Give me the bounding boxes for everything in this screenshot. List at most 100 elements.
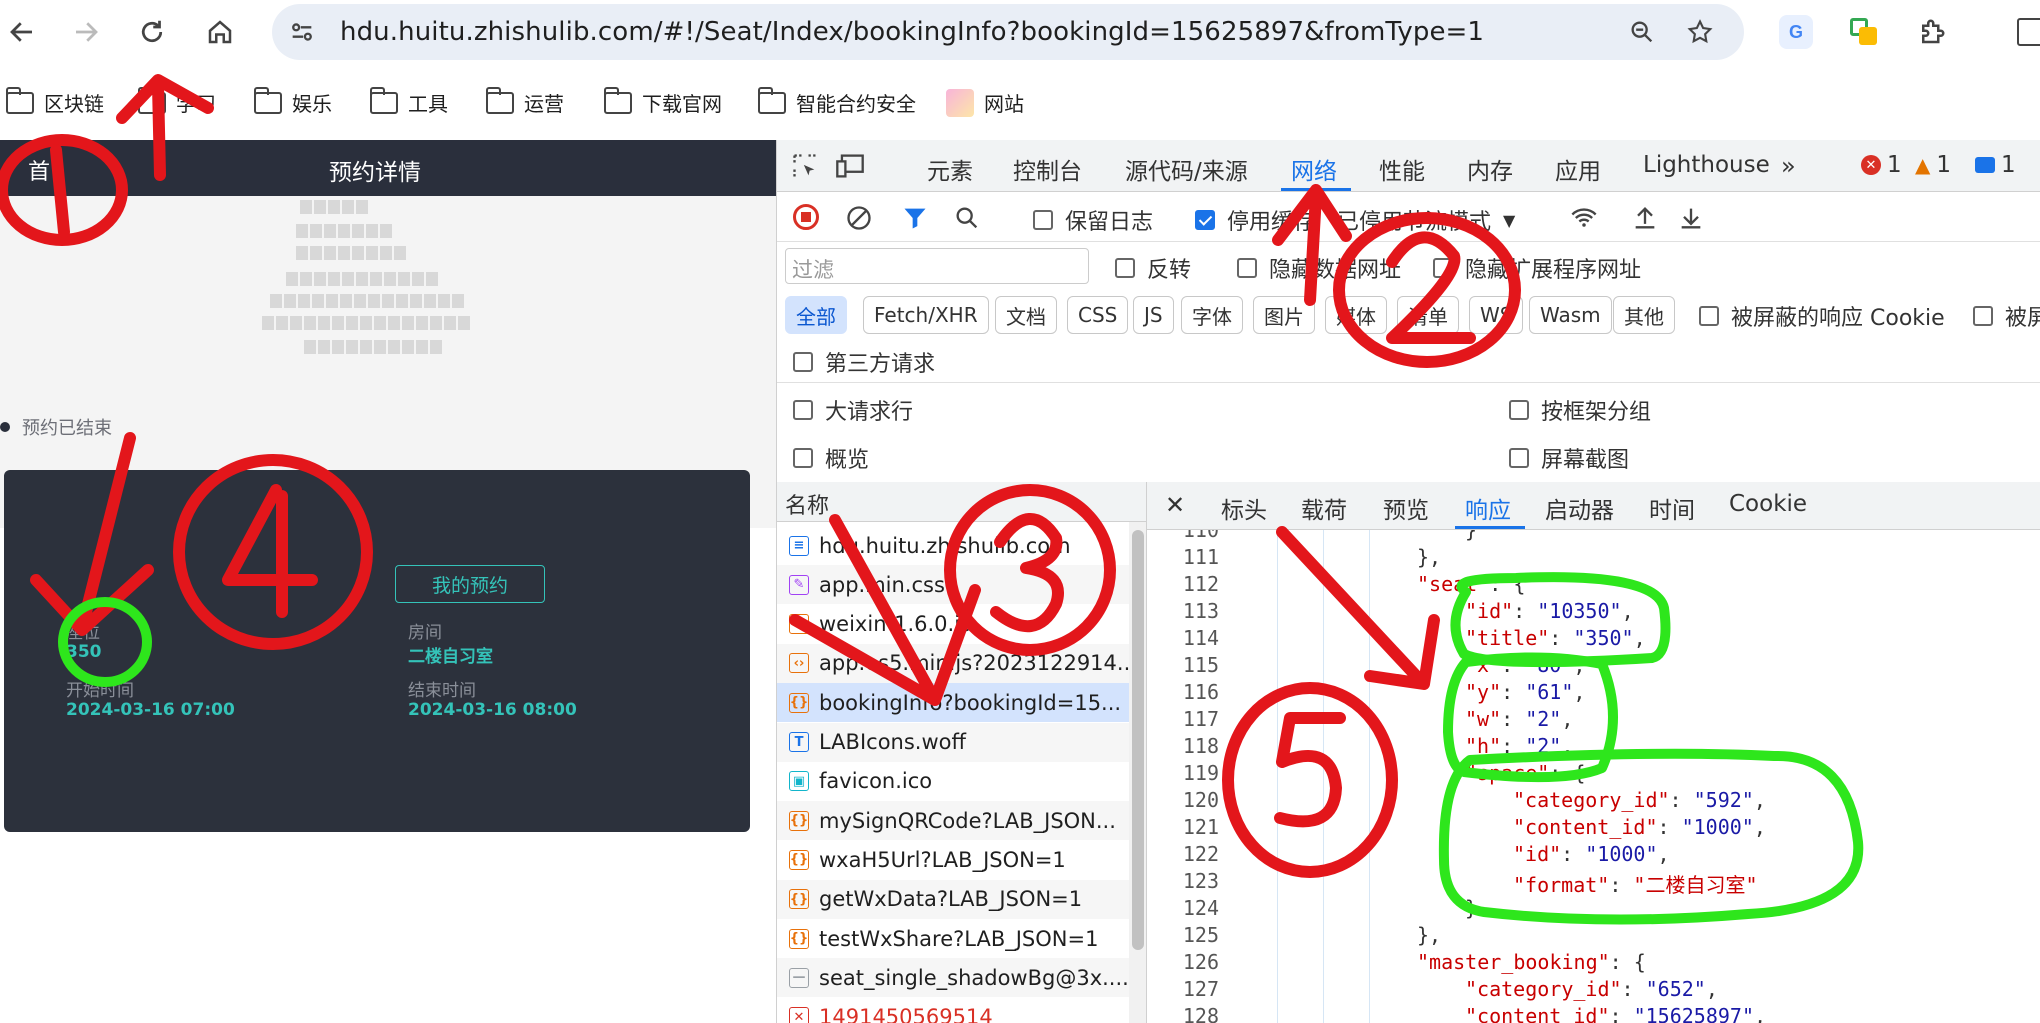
request-row[interactable]: {} mySignQRCode?LAB_JSON... [777, 801, 1129, 841]
seat-cell[interactable] [338, 224, 350, 238]
request-row[interactable]: ✕ 1491450569514 [777, 998, 1129, 1023]
overview-checkbox[interactable]: 概览 [793, 442, 869, 474]
seat-cell[interactable] [296, 224, 308, 238]
type-js[interactable]: JS [1133, 296, 1174, 334]
seat-cell[interactable] [424, 294, 436, 308]
type-all[interactable]: 全部 [785, 296, 847, 334]
seat-cell[interactable] [388, 340, 400, 354]
network-conditions-icon[interactable] [1569, 204, 1599, 236]
bookmark-folder[interactable]: 运营 [485, 86, 564, 117]
tab-initiator[interactable]: 启动器 [1545, 491, 1614, 525]
type-other[interactable]: 其他 [1613, 296, 1675, 334]
tab-sources[interactable]: 源代码/来源 [1125, 152, 1248, 186]
seat-cell[interactable] [430, 340, 442, 354]
bookmark-site[interactable]: 网站 [946, 88, 1024, 117]
my-booking-button[interactable]: 我的预约 [395, 565, 545, 603]
bookmark-folder[interactable]: 工具 [369, 86, 448, 117]
seat-cell[interactable] [356, 200, 368, 214]
scroll-thumb[interactable] [1132, 530, 1144, 950]
seat-cell[interactable] [296, 246, 308, 260]
seat-cell[interactable] [290, 316, 302, 330]
type-doc[interactable]: 文档 [995, 296, 1057, 334]
filter-icon[interactable] [901, 204, 929, 236]
bookmark-folder[interactable]: 区块链 [5, 86, 104, 117]
response-viewer[interactable]: 110} 111}, 112 "seat": {113 "id": "10350", 11… [1147, 530, 2040, 1023]
seat-cell[interactable] [356, 272, 368, 286]
request-row[interactable]: ≡ hdu.huitu.zhishulib.com [777, 526, 1129, 565]
seat-cell[interactable] [430, 316, 442, 330]
tab-response[interactable]: 响应 [1465, 491, 1511, 525]
disable-cache-checkbox[interactable]: 停用缓存 [1195, 204, 1315, 236]
request-row[interactable]: {} getWxData?LAB_JSON=1 [777, 879, 1129, 919]
seat-cell[interactable] [300, 200, 312, 214]
tab-application[interactable]: 应用 [1555, 152, 1601, 186]
seat-cell[interactable] [380, 246, 392, 260]
seat-cell[interactable] [304, 340, 316, 354]
seat-cell[interactable] [458, 316, 470, 330]
record-stop-icon[interactable] [793, 204, 819, 230]
tab-lighthouse[interactable]: Lighthouse [1643, 152, 1770, 178]
more-tabs-button[interactable]: » [1781, 152, 1796, 180]
seat-cell[interactable] [370, 272, 382, 286]
tab-console[interactable]: 控制台 [1013, 152, 1082, 186]
tab-preview[interactable]: 预览 [1383, 491, 1429, 525]
seat-cell[interactable] [300, 272, 312, 286]
seat-cell[interactable] [326, 294, 338, 308]
group-by-frame-checkbox[interactable]: 按框架分组 [1509, 394, 1651, 426]
seat-cell[interactable] [368, 294, 380, 308]
seat-cell[interactable] [270, 294, 282, 308]
seat-cell[interactable] [416, 340, 428, 354]
type-img[interactable]: 图片 [1253, 296, 1315, 334]
import-har-icon[interactable] [1631, 204, 1659, 236]
seat-cell[interactable] [366, 224, 378, 238]
request-row[interactable]: ▣ favicon.ico [777, 762, 1129, 801]
seat-cell[interactable] [352, 246, 364, 260]
sidepanel-icon[interactable] [2010, 12, 2040, 52]
seat-cell[interactable] [398, 272, 410, 286]
blocked-cookies-checkbox[interactable]: 被屏蔽的响应 Cookie [1699, 300, 1945, 332]
seat-cell[interactable] [318, 340, 330, 354]
seat-cell[interactable] [328, 272, 340, 286]
type-css[interactable]: CSS [1067, 296, 1129, 334]
seat-cell[interactable] [314, 272, 326, 286]
seat-cell[interactable] [346, 316, 358, 330]
request-row[interactable]: T LABIcons.woff [777, 722, 1129, 762]
screenshots-checkbox[interactable]: 屏幕截图 [1509, 442, 1629, 474]
throttle-select[interactable]: 已停用节流模式 ▼ [1337, 204, 1515, 236]
home-button[interactable] [198, 10, 242, 54]
seat-cell[interactable] [396, 294, 408, 308]
request-row[interactable]: {} testWxShare?LAB_JSON=1 [777, 919, 1129, 958]
name-column-header[interactable]: 名称 [777, 482, 1146, 522]
seat-cell[interactable] [262, 316, 274, 330]
seat-cell[interactable] [354, 294, 366, 308]
seat-cell[interactable] [444, 316, 456, 330]
close-detail-icon[interactable]: ✕ [1165, 491, 1185, 519]
export-har-icon[interactable] [1677, 204, 1705, 236]
seat-cell[interactable] [318, 316, 330, 330]
bookmark-folder[interactable]: 娱乐 [253, 86, 332, 117]
back-button[interactable] [0, 10, 44, 54]
seat-cell[interactable] [374, 340, 386, 354]
bookmark-star-icon[interactable] [1680, 12, 1720, 52]
inspect-element-icon[interactable] [791, 152, 819, 184]
site-settings-icon[interactable] [282, 12, 322, 52]
request-row[interactable]: {} bookingInfo?bookingId=15... [777, 683, 1129, 723]
seat-cell[interactable] [298, 294, 310, 308]
invert-checkbox[interactable]: 反转 [1115, 252, 1191, 284]
seat-cell[interactable] [380, 224, 392, 238]
hide-data-urls-checkbox[interactable]: 隐藏数据网址 [1237, 252, 1401, 284]
seat-cell[interactable] [426, 272, 438, 286]
type-ws[interactable]: WS [1469, 296, 1524, 334]
forward-button[interactable] [64, 10, 108, 54]
request-row[interactable]: ✎ app.min.css [777, 565, 1129, 605]
preserve-log-checkbox[interactable]: 保留日志 [1033, 204, 1153, 236]
seat-cell[interactable] [310, 246, 322, 260]
seat-cell[interactable] [276, 316, 288, 330]
reload-button[interactable] [130, 10, 174, 54]
type-manifest[interactable]: 清单 [1397, 296, 1459, 334]
seat-cell[interactable] [346, 340, 358, 354]
bookmark-folder[interactable]: 下载官网 [603, 86, 722, 117]
third-party-checkbox[interactable]: 第三方请求 [793, 346, 935, 378]
seat-cell[interactable] [416, 316, 428, 330]
zoom-icon[interactable] [1622, 12, 1662, 52]
